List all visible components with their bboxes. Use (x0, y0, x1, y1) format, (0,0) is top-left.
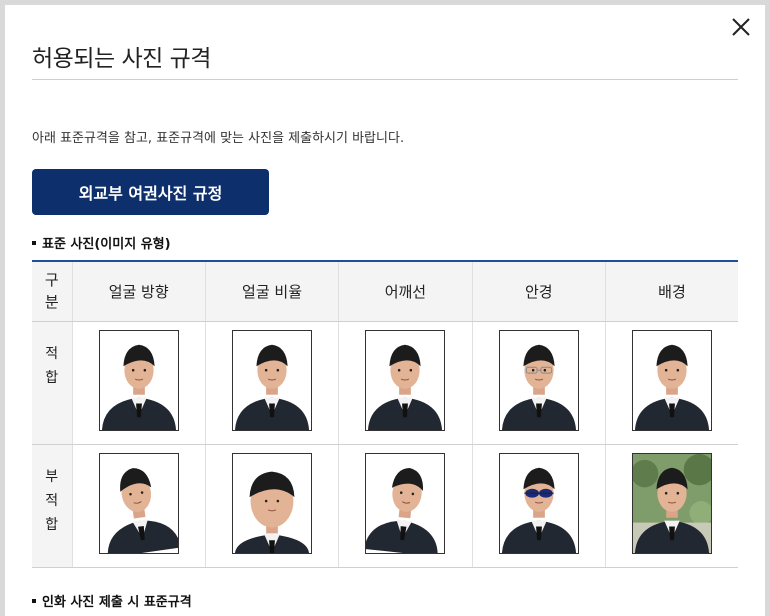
dialog-title: 허용되는 사진 규격 (32, 46, 211, 72)
title-divider (32, 79, 738, 80)
section-heading-label: 표준 사진(이미지 유형) (42, 237, 171, 252)
photo-spec-dialog: 허용되는 사진 규격 아래 표준규격을 참고, 표준규격에 맞는 사진을 제출하… (5, 5, 765, 616)
section-heading-standard: 표준 사진(이미지 유형) (32, 233, 171, 252)
photo-too-large (232, 453, 313, 554)
bullet-icon (32, 598, 36, 603)
photo-ratio (232, 330, 313, 431)
photo-sunglasses (498, 453, 579, 554)
bullet-icon (32, 240, 36, 245)
section-heading-print: 인화 사진 제출 시 표준규격 (32, 591, 192, 610)
col-header-glasses: 안경 (471, 261, 606, 322)
photo-turned (98, 453, 179, 554)
corner-header: 구분 (32, 261, 72, 322)
col-header-background: 배경 (604, 261, 738, 322)
photo-front (98, 330, 179, 431)
photo-glasses (498, 330, 579, 431)
dialog-description: 아래 표준규격을 참고, 표준규격에 맞는 사진을 제출하시기 바랍니다. (32, 131, 405, 146)
photo-outdoor-background (631, 453, 712, 554)
row-label-suitable: 적합 (32, 321, 72, 445)
row-label-unsuitable: 부적합 (32, 444, 72, 568)
photo-tilted-shoulder (365, 453, 446, 554)
photo-standard-table: 구분 얼굴 방향 얼굴 비율 어깨선 안경 배경 적합 부적합 (32, 260, 738, 568)
photo-shoulder (365, 330, 446, 431)
col-header-shoulder: 어깨선 (338, 261, 473, 322)
close-button[interactable] (729, 15, 753, 39)
table-row-unsuitable: 부적합 (32, 444, 738, 568)
table-row-suitable: 적합 (32, 321, 738, 445)
col-header-face-direction: 얼굴 방향 (71, 261, 206, 322)
section-heading-label: 인화 사진 제출 시 표준규격 (42, 595, 192, 610)
mofa-passport-rules-button[interactable]: 외교부 여권사진 규정 (32, 169, 269, 215)
close-icon[interactable] (729, 15, 753, 39)
photo-background (631, 330, 712, 431)
col-header-face-ratio: 얼굴 비율 (204, 261, 339, 322)
table-header-row: 구분 얼굴 방향 얼굴 비율 어깨선 안경 배경 (32, 261, 738, 322)
